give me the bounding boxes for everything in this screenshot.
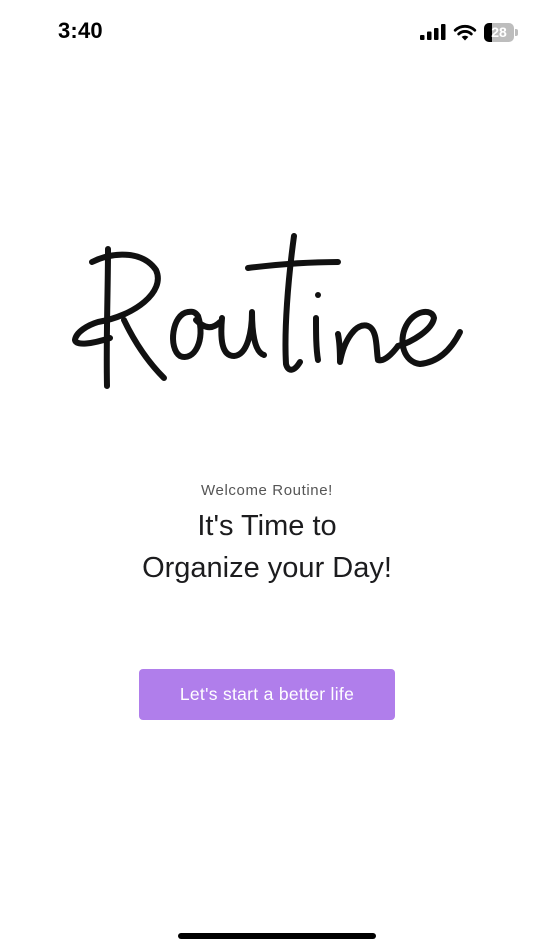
home-indicator[interactable] bbox=[178, 933, 376, 939]
start-button[interactable]: Let's start a better life bbox=[139, 669, 395, 720]
status-bar: 3:40 28 bbox=[0, 0, 534, 64]
status-time: 3:40 bbox=[58, 18, 103, 43]
headline: It's Time to Organize your Day! bbox=[0, 505, 534, 589]
status-icons: 28 bbox=[420, 21, 518, 43]
battery-icon: 28 bbox=[484, 22, 518, 42]
welcome-subtitle: Welcome Routine! bbox=[201, 482, 333, 499]
headline-line-1: It's Time to bbox=[197, 510, 337, 542]
headline-line-2: Organize your Day! bbox=[142, 552, 392, 584]
battery-level: 28 bbox=[491, 23, 507, 40]
routine-logo bbox=[72, 233, 463, 389]
signal-icon bbox=[420, 24, 446, 40]
wifi-icon bbox=[453, 24, 477, 40]
